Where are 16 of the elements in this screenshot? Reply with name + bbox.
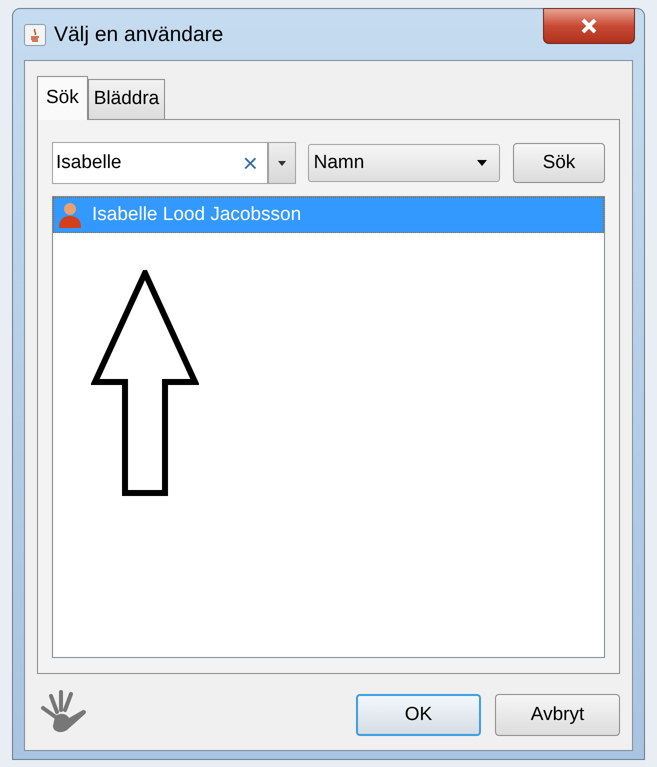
close-button[interactable] — [543, 8, 635, 44]
clear-button[interactable]: × — [236, 150, 264, 176]
tab[interactable]: Sök — [37, 76, 88, 120]
user-icon — [58, 202, 82, 228]
app-icon — [24, 24, 46, 46]
search-button[interactable]: Sök — [512, 143, 605, 183]
search-input[interactable]: Isabelle — [56, 148, 237, 178]
caret-icon — [278, 160, 286, 166]
window-title: Välj en användare — [54, 22, 224, 48]
search-field[interactable]: Isabelle × — [52, 142, 268, 184]
caret-icon — [476, 160, 487, 166]
ok-button[interactable]: OK — [356, 694, 481, 736]
field-dropdown[interactable]: Namn — [308, 144, 500, 182]
close-icon — [580, 18, 598, 34]
cancel-button[interactable]: Avbryt — [495, 694, 620, 736]
tab[interactable]: Bläddra — [88, 79, 166, 119]
